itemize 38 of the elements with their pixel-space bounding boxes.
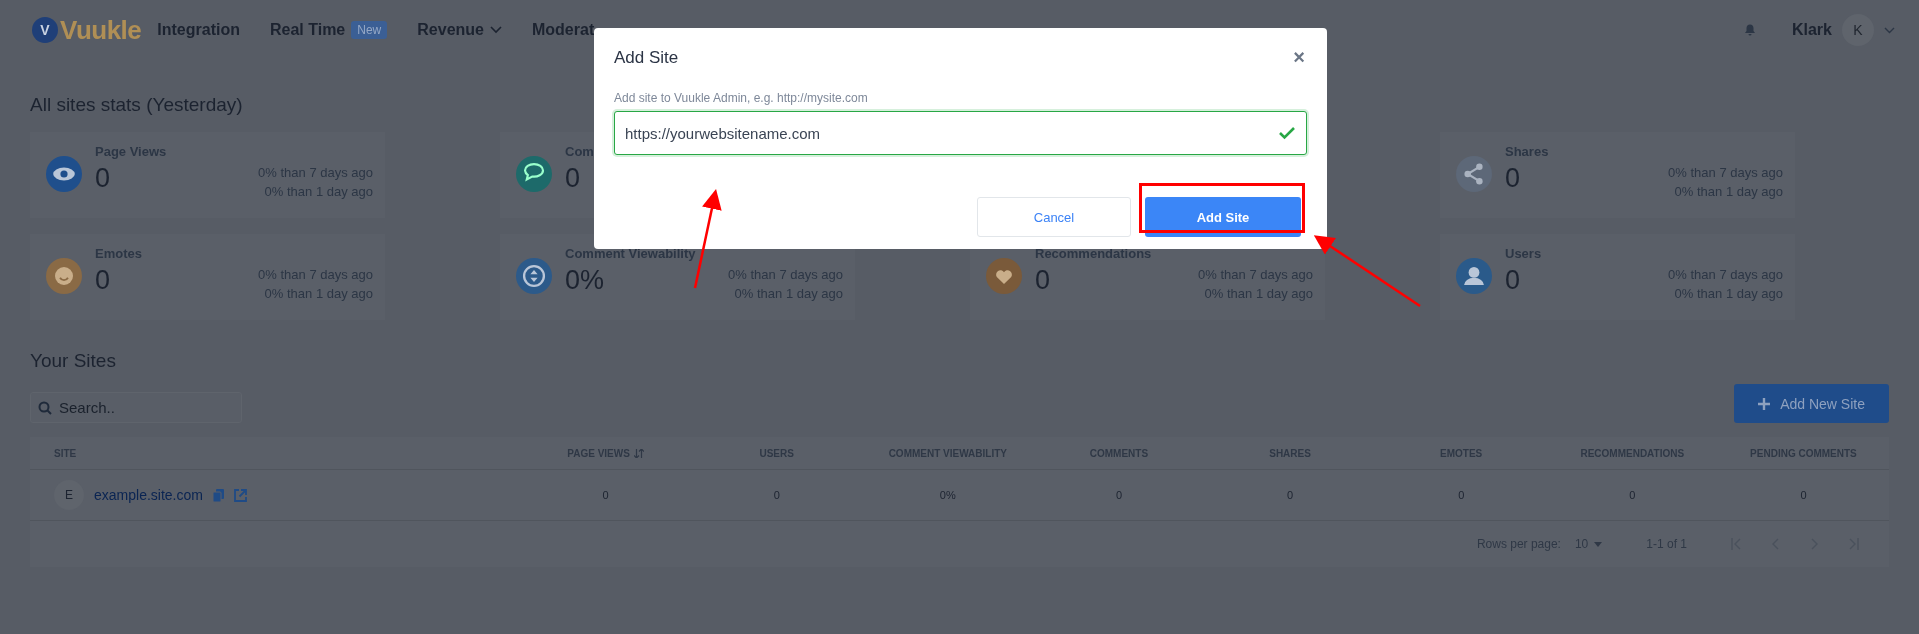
nav-item[interactable]: Integration bbox=[157, 21, 240, 39]
logo-mark: V bbox=[32, 17, 58, 43]
stat-value: 0 bbox=[95, 265, 111, 297]
nav-item[interactable]: Moderat bbox=[532, 21, 595, 39]
table-cell-text: 0 bbox=[1799, 489, 1808, 501]
stat-value: 0 bbox=[95, 163, 111, 195]
checkmark-icon bbox=[1279, 126, 1295, 140]
site-avatar: E bbox=[54, 480, 84, 510]
plus-icon bbox=[1758, 397, 1771, 410]
field-label: Add site to Vuukle Admin, e.g. http://mysite.com bbox=[614, 91, 869, 105]
url-input-field[interactable]: https://yourwebsitename.com bbox=[614, 111, 1307, 155]
site-link[interactable]: example.site.com bbox=[94, 487, 203, 503]
add-site-button[interactable]: Add Site bbox=[1145, 197, 1301, 237]
search-field[interactable]: Search.. bbox=[30, 392, 242, 423]
stat-value: 0 bbox=[1505, 265, 1521, 297]
sort-icon bbox=[633, 448, 644, 458]
caret-down-icon bbox=[1594, 541, 1603, 547]
cancel-button[interactable]: Cancel bbox=[977, 197, 1131, 237]
nav-item[interactable]: Revenue bbox=[417, 21, 502, 39]
logo-text[interactable]: Vuukle bbox=[60, 14, 142, 46]
close-button[interactable]: × bbox=[1291, 46, 1307, 69]
section-title: Your Sites bbox=[30, 350, 116, 372]
external-link-icon[interactable] bbox=[233, 488, 247, 502]
stat-value: 0 bbox=[1035, 265, 1051, 297]
nav-item[interactable]: Real Time New bbox=[269, 21, 388, 39]
add-new-site-button[interactable]: Add New Site bbox=[1734, 384, 1889, 423]
stat-value: 0% bbox=[565, 265, 605, 297]
chevron-down-icon[interactable] bbox=[1884, 26, 1895, 34]
section-title: All sites stats (Yesterday) bbox=[30, 94, 243, 116]
copy-icon[interactable] bbox=[212, 488, 224, 502]
stat-value: 0 bbox=[565, 163, 581, 194]
table-cell-text: 0 bbox=[601, 489, 610, 501]
user-avatar[interactable]: K bbox=[1842, 14, 1874, 46]
new-badge: New bbox=[351, 21, 388, 39]
bell-icon[interactable] bbox=[1743, 24, 1756, 36]
dialog-title: Add Site bbox=[614, 47, 679, 68]
stat-value: 0 bbox=[1505, 163, 1521, 195]
user-name[interactable]: Klark bbox=[1791, 21, 1832, 39]
